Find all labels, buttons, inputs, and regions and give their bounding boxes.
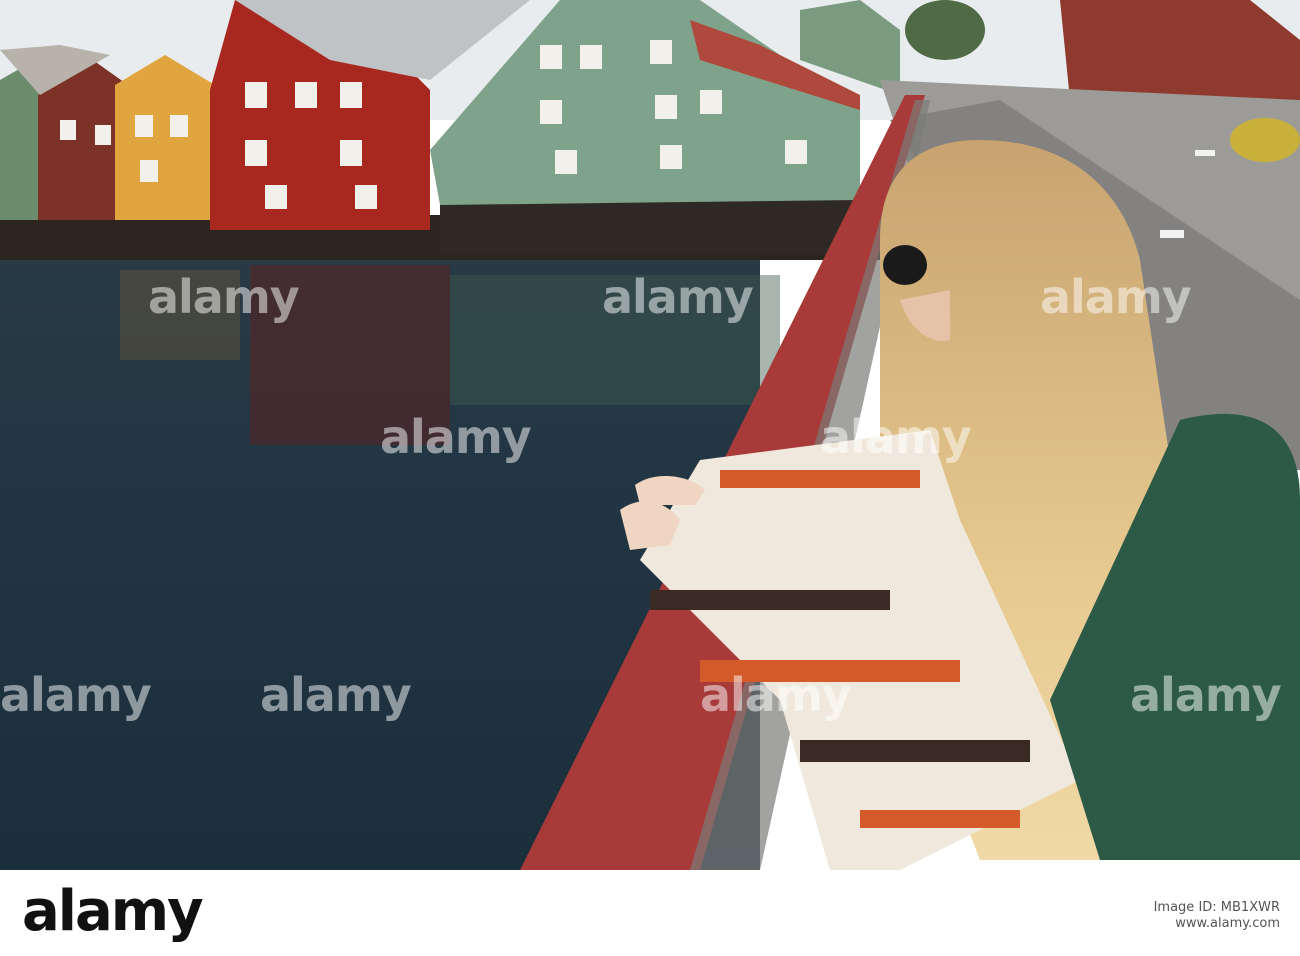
watermark: alamy: [148, 270, 300, 324]
watermark: alamy: [1040, 270, 1192, 324]
stock-footer: alamy Image ID: MB1XWR www.alamy.com: [0, 870, 1300, 956]
watermark: alamy: [260, 668, 412, 722]
watermark: alamy: [0, 668, 152, 722]
site-url[interactable]: www.alamy.com: [1154, 916, 1280, 932]
flower-planter: [1230, 118, 1300, 162]
sunglasses: [883, 245, 927, 285]
yellow-house: [115, 55, 215, 220]
stock-photo-frame: alamy alamy alamy alamy alamy alamy alam…: [0, 0, 1300, 956]
watermark: alamy: [820, 410, 972, 464]
image-id: Image ID: MB1XWR: [1153, 900, 1280, 915]
road-marking: [1160, 230, 1184, 238]
watermark: alamy: [380, 410, 532, 464]
alamy-logo[interactable]: alamy: [22, 884, 204, 940]
watermark: alamy: [1130, 668, 1282, 722]
photo: alamy alamy alamy alamy alamy alamy alam…: [0, 0, 1300, 870]
road-marking: [1195, 150, 1215, 156]
image-id-block: Image ID: MB1XWR www.alamy.com: [1154, 900, 1280, 932]
tree: [905, 0, 985, 60]
watermark: alamy: [700, 668, 852, 722]
photo-illustration: [0, 0, 1300, 870]
watermark: alamy: [602, 270, 754, 324]
